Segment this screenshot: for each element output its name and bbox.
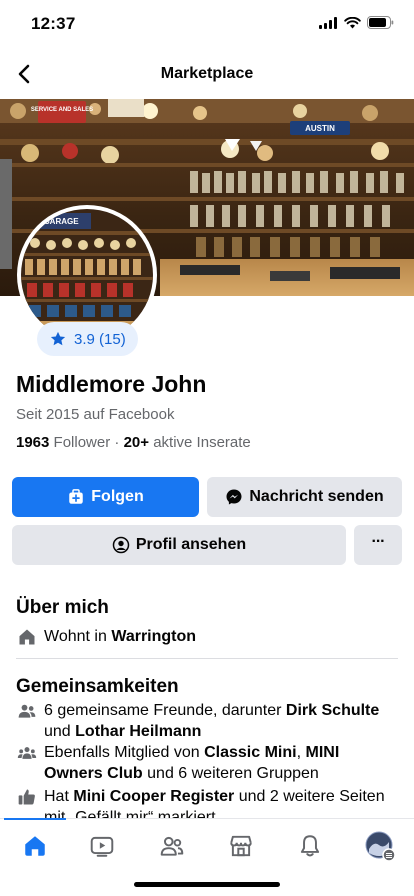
status-time: 12:37	[31, 14, 76, 33]
lives-in-text: Wohnt in Warrington	[44, 626, 196, 647]
stats-separator: ·	[114, 434, 120, 451]
groups-row: Ebenfalls Mitglied von Classic Mini, MIN…	[16, 742, 398, 784]
star-icon	[50, 331, 66, 346]
followers-count: 1963	[16, 434, 50, 451]
home-indicator	[134, 882, 280, 887]
home-outline-icon	[16, 626, 38, 647]
send-message-button[interactable]: Nachricht senden	[207, 477, 402, 517]
lives-prefix: Wohnt in	[44, 628, 107, 645]
listings-label: aktive Inserate	[153, 434, 251, 451]
send-message-label: Nachricht senden	[249, 488, 384, 505]
friends-icon	[16, 700, 38, 742]
cover-sign-service: SERVICE AND SALES	[31, 107, 93, 113]
tab-friends[interactable]	[152, 831, 192, 861]
groups-suffix: und 6 weiteren Gruppen	[147, 765, 319, 782]
lives-in-row: Wohnt in Warrington	[16, 626, 398, 647]
group-1[interactable]: Classic Mini	[204, 744, 296, 761]
mutual-friends-text: 6 gemeinsame Freunde, darunter Dirk Schu…	[44, 700, 398, 742]
seller-stats: 1963 Follower · 20+ aktive Inserate	[16, 434, 251, 451]
friends-tab-icon	[160, 836, 184, 856]
profile-icon	[112, 536, 130, 554]
rating-value: 3.9 (15)	[74, 330, 126, 348]
seller-name: Middlemore John	[16, 371, 207, 397]
home-icon	[25, 836, 45, 856]
follow-icon	[69, 489, 84, 504]
group-comma: ,	[296, 744, 302, 761]
groups-prefix: Ebenfalls Mitglied von	[44, 744, 200, 761]
page-title: Marketplace	[160, 65, 254, 82]
common-title: Gemeinsamkeiten	[16, 676, 179, 697]
marketplace-icon	[230, 835, 252, 857]
liked-page-1[interactable]: Mini Cooper Register	[73, 788, 234, 805]
view-profile-label: Profil ansehen	[135, 536, 247, 553]
more-icon: ···	[371, 533, 386, 550]
friend-1[interactable]: Dirk Schulte	[286, 702, 379, 719]
likes-prefix: Hat	[44, 788, 69, 805]
status-icons	[319, 16, 394, 29]
view-profile-button[interactable]: Profil ansehen	[12, 525, 346, 565]
lives-city[interactable]: Warrington	[111, 628, 196, 645]
mutual-friends-row: 6 gemeinsame Freunde, darunter Dirk Schu…	[16, 700, 398, 742]
battery-icon	[367, 16, 394, 29]
more-button[interactable]: ···	[354, 525, 402, 565]
follow-button[interactable]: Folgen	[12, 477, 199, 517]
groups-text: Ebenfalls Mitglied von Classic Mini, MIN…	[44, 742, 398, 784]
tab-home[interactable]	[15, 831, 55, 861]
cover-sign-austin: AUSTIN	[305, 124, 335, 133]
follow-label: Folgen	[91, 488, 144, 505]
bell-icon	[300, 835, 320, 857]
member-since: Seit 2015 auf Facebook	[16, 406, 175, 423]
friends-text: 6 gemeinsame Freunde, darunter	[44, 702, 282, 719]
friend-2[interactable]: Lothar Heilmann	[75, 723, 201, 740]
rating-badge[interactable]: 3.9 (15)	[37, 322, 138, 356]
section-divider	[16, 658, 398, 659]
tab-notifications[interactable]	[290, 831, 330, 861]
friends-and: und	[44, 723, 71, 740]
followers-label: Follower	[53, 434, 111, 451]
tab-profile[interactable]	[360, 831, 400, 861]
messenger-icon	[226, 489, 242, 505]
nav-header: Marketplace	[0, 52, 414, 96]
listings-count: 20+	[123, 434, 150, 451]
about-title: Über mich	[16, 597, 109, 618]
active-tab-indicator	[4, 818, 66, 820]
status-bar: 12:37	[0, 0, 414, 48]
avatar-garage-sign: GARAGE	[43, 217, 79, 226]
tab-video[interactable]	[82, 831, 122, 861]
avatar	[365, 831, 395, 861]
cellular-signal-icon	[319, 16, 337, 29]
tab-marketplace[interactable]	[221, 831, 261, 861]
groups-icon	[16, 742, 38, 784]
video-icon	[90, 836, 114, 857]
wifi-icon	[344, 16, 361, 28]
